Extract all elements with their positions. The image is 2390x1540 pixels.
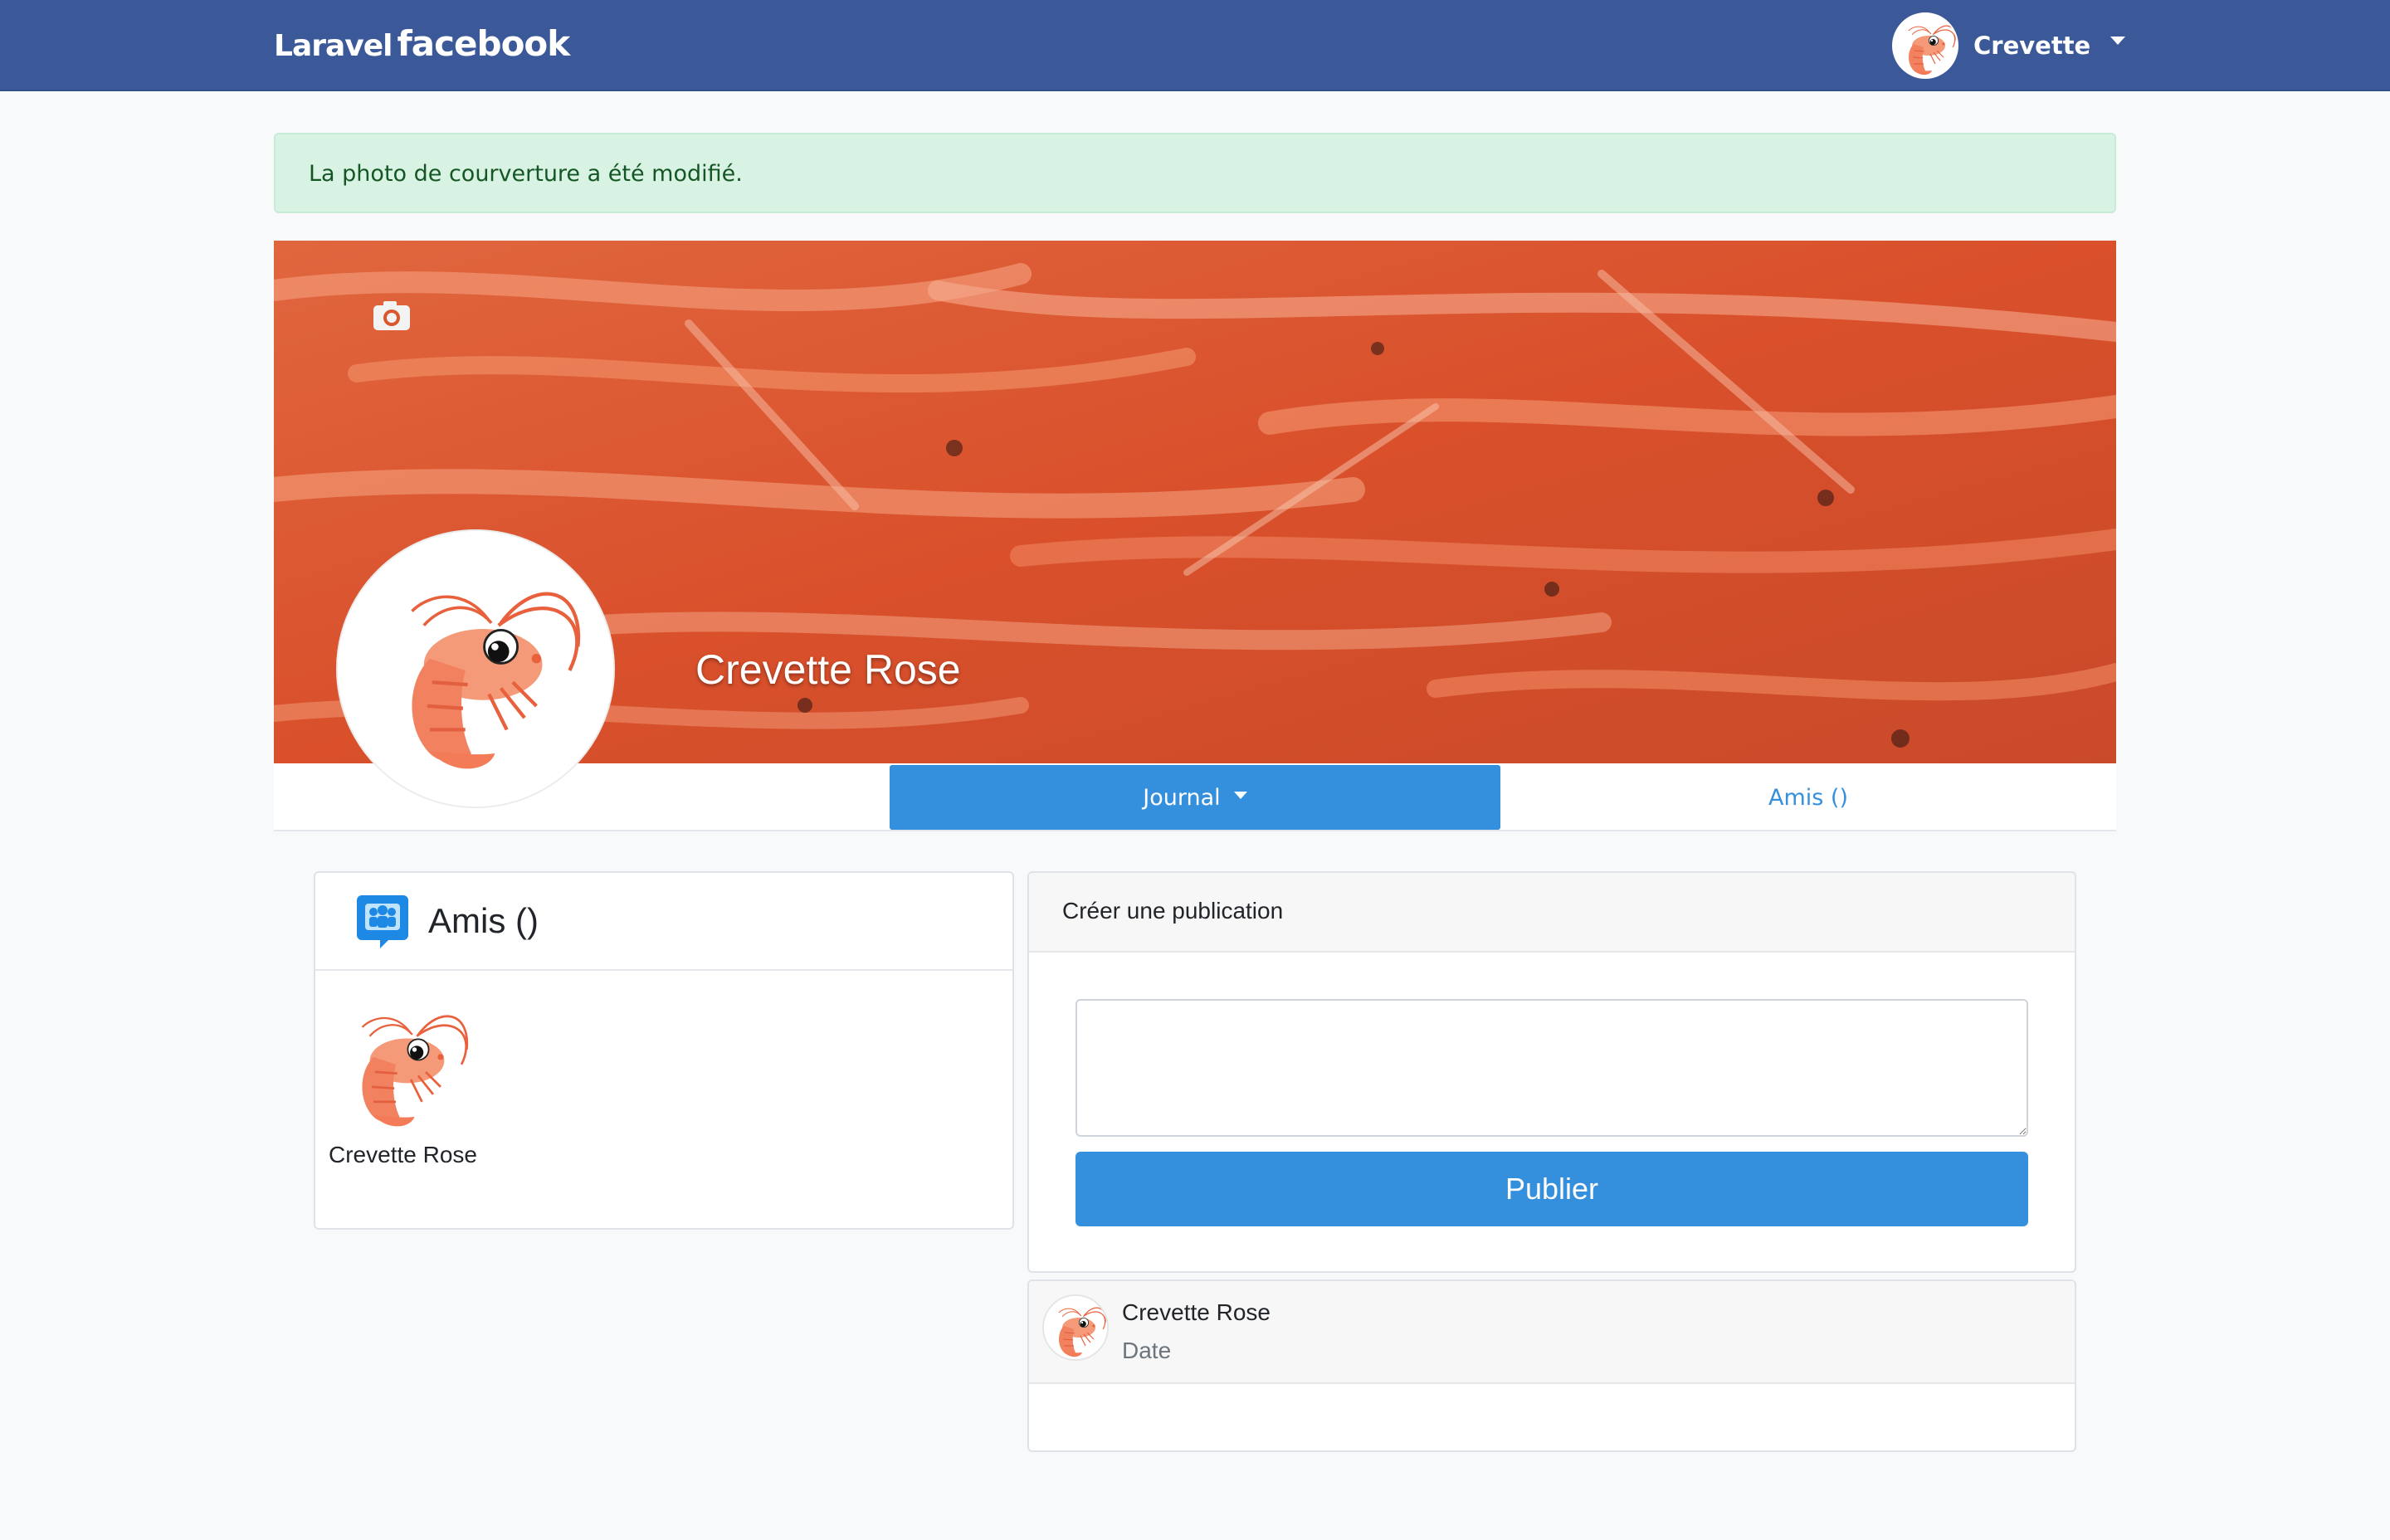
shrimp-avatar-icon [1044,1296,1107,1359]
avatar [1892,12,1958,79]
friend-name: Crevette Rose [329,1142,477,1167]
tab-journal-label: Journal [1143,784,1221,811]
post-header: Crevette Rose Date [1029,1281,2075,1384]
friends-group-icon [357,895,408,948]
camera-icon[interactable] [372,299,412,332]
top-navbar: Laravel facebook Crevette [0,0,2390,91]
tab-journal[interactable]: Journal [890,765,1500,830]
friend-item[interactable]: Crevette Rose [329,997,495,1168]
profile-picture[interactable] [336,529,615,808]
profile-name: Crevette Rose [695,646,961,693]
brand-logo[interactable]: Laravel facebook [274,23,571,64]
create-post-title: Créer une publication [1029,873,2075,953]
friends-card: Amis () Crevette Rose [314,871,1014,1230]
chevron-down-icon [2110,37,2126,45]
chevron-down-icon [1233,791,1247,799]
user-name: Crevette [1973,32,2091,60]
post-author[interactable]: Crevette Rose [1122,1299,1271,1326]
avatar[interactable] [1042,1294,1109,1361]
friends-card-header: Amis () [315,873,1012,971]
user-menu-toggle[interactable]: Crevette [1892,12,2126,80]
post-textarea[interactable] [1076,999,2028,1137]
brand-suffix: facebook [397,23,571,64]
feed-post: Crevette Rose Date [1027,1279,2076,1452]
friend-avatar [329,997,478,1130]
post-date: Date [1122,1338,1172,1363]
success-alert: La photo de courverture a été modifié. [274,133,2116,213]
tab-amis[interactable]: Amis () [1500,765,2116,830]
create-post-card: Créer une publication Publier [1027,871,2076,1273]
shrimp-avatar-icon [338,531,613,807]
brand-prefix: Laravel [274,29,393,63]
shrimp-avatar-icon [1894,14,1957,77]
friends-title: Amis () [428,901,539,940]
tab-amis-label: Amis () [1768,784,1848,811]
publish-button[interactable]: Publier [1076,1152,2028,1226]
